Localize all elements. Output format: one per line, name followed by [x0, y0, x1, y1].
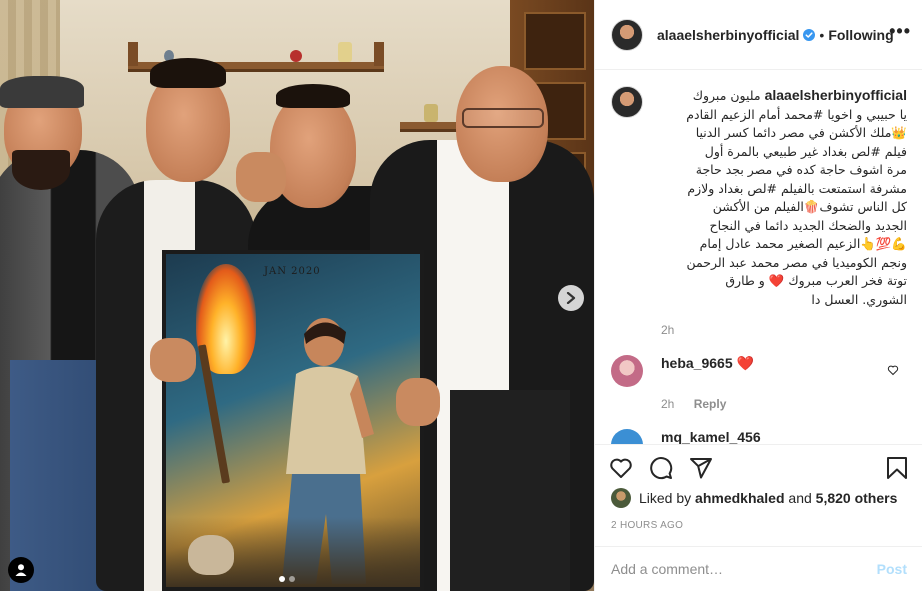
bookmark-icon	[887, 456, 907, 479]
caption-author-avatar[interactable]	[611, 86, 643, 118]
caption-line: ونجم الكوميديا في مصر محمد عبد الرحمن	[686, 254, 907, 270]
comment-reply-button[interactable]: Reply	[694, 397, 727, 411]
caption-line: الجديد والضحك الجديد دائما في النجاح	[709, 217, 907, 233]
photo-cabinet-slot	[524, 12, 586, 70]
liker-avatar[interactable]	[611, 488, 631, 508]
comment-item: heba_9665 ❤️	[611, 355, 907, 387]
more-icon: •••	[889, 21, 911, 41]
add-comment-bar: Add a comment… Post	[595, 546, 922, 591]
caption-text: alaaelsherbinyofficial مليون مبروك يا حب…	[661, 86, 907, 309]
carousel-dot	[289, 576, 295, 582]
caption-line: فيلم #لص بغداد غير طبيعي بالمرة أول	[704, 143, 907, 159]
comment-meta: 2h Reply	[661, 397, 907, 411]
photo-hand	[150, 338, 196, 382]
caption-line: توتة فخر العرب مبروك ❤️ و طارق	[725, 273, 907, 288]
likes-count-link[interactable]: 5,820 others	[816, 490, 898, 506]
carousel-indicator	[279, 576, 295, 582]
likes-summary: Liked by ahmedkhaled and 5,820 others	[611, 488, 897, 508]
poster-date: JAN 2020	[264, 266, 321, 277]
save-button[interactable]	[881, 452, 913, 484]
post-actions-bar	[595, 444, 922, 490]
follow-button[interactable]: Following	[828, 27, 893, 43]
caption-line: مشرفة استمتعت بالفيلم #لص بغداد ولازم	[687, 180, 907, 196]
carousel-next-button[interactable]	[558, 285, 584, 311]
commenter-username[interactable]: mq_kamel_456	[661, 429, 761, 444]
share-icon	[690, 457, 712, 478]
user-tag-icon	[15, 564, 27, 576]
like-comment-icon	[887, 365, 899, 376]
comment-time: 2h	[661, 397, 675, 411]
photo-shelf-bracket	[128, 42, 138, 66]
poster-skull	[188, 535, 234, 575]
user-tags-button[interactable]	[8, 557, 34, 583]
heart-icon	[610, 458, 632, 478]
likes-and: and	[788, 490, 812, 506]
post-comment-button[interactable]: Post	[877, 561, 907, 577]
liker-username[interactable]: ahmedkhaled	[695, 490, 784, 506]
comment-text: ❤️	[736, 355, 754, 371]
verified-badge-icon	[803, 28, 816, 41]
post-sidebar: alaaelsherbinyofficial • Following ••• a…	[594, 0, 922, 591]
post-photo[interactable]: JAN 2020	[0, 0, 594, 591]
caption-line: كل الناس تشوف🍿الفيلم من الأكشن	[712, 199, 907, 214]
caption-time: 2h	[661, 323, 675, 337]
comment-input[interactable]: Add a comment…	[611, 561, 877, 577]
post-header: alaaelsherbinyofficial • Following •••	[595, 0, 922, 70]
like-button[interactable]	[605, 452, 637, 484]
author-username[interactable]: alaaelsherbinyofficial	[657, 27, 799, 43]
comment-icon	[650, 456, 673, 479]
post-modal: JAN 2020 alaaelsherbinyofficial • Follow…	[0, 0, 922, 591]
likes-prefix: Liked by	[639, 490, 692, 506]
comment-item-partial: mq_kamel_456	[611, 429, 907, 444]
caption-line: 👑ملك الأكشن في مصر دائما كسر الدنيا	[695, 125, 907, 140]
commenter-username[interactable]: heba_9665	[661, 355, 733, 371]
header-separator: •	[819, 26, 825, 43]
caption-line: الشوري. العسل دا	[811, 291, 907, 307]
commenter-avatar[interactable]	[611, 355, 643, 387]
commenter-avatar[interactable]	[611, 429, 643, 444]
comment-button[interactable]	[645, 452, 677, 484]
photo-shelf-object	[338, 42, 352, 62]
post-timestamp: 2 HOURS AGO	[611, 520, 684, 531]
author-avatar[interactable]	[611, 18, 643, 51]
caption-line: 💪💯👆الزعيم الصغير محمد عادل إمام	[699, 236, 907, 251]
caption: alaaelsherbinyofficial مليون مبروك يا حب…	[611, 86, 907, 309]
photo-hand	[396, 378, 440, 426]
caption-line: يا حبيبي و اخويا #محمد أمام الزعيم القاد…	[686, 106, 907, 122]
photo-shelf-object	[424, 104, 438, 122]
photo-hand	[236, 152, 286, 202]
more-options-button[interactable]: •••	[889, 22, 911, 40]
comment-body: heba_9665 ❤️	[661, 355, 754, 387]
next-arrow-icon	[566, 292, 576, 304]
caption-line: مليون مبروك	[692, 88, 761, 103]
movie-poster: JAN 2020	[162, 250, 424, 591]
caption-username[interactable]: alaaelsherbinyofficial	[765, 87, 907, 103]
carousel-dot-active	[279, 576, 285, 582]
comments-list[interactable]: alaaelsherbinyofficial مليون مبروك يا حب…	[595, 70, 922, 444]
photo-shelf-bracket	[374, 42, 384, 66]
comment-like-button[interactable]	[887, 363, 899, 379]
share-button[interactable]	[685, 452, 717, 484]
photo-shelf-object	[290, 50, 302, 62]
caption-line: مرة اشوف حاجة كده في مصر بجد حاجة	[695, 162, 907, 177]
